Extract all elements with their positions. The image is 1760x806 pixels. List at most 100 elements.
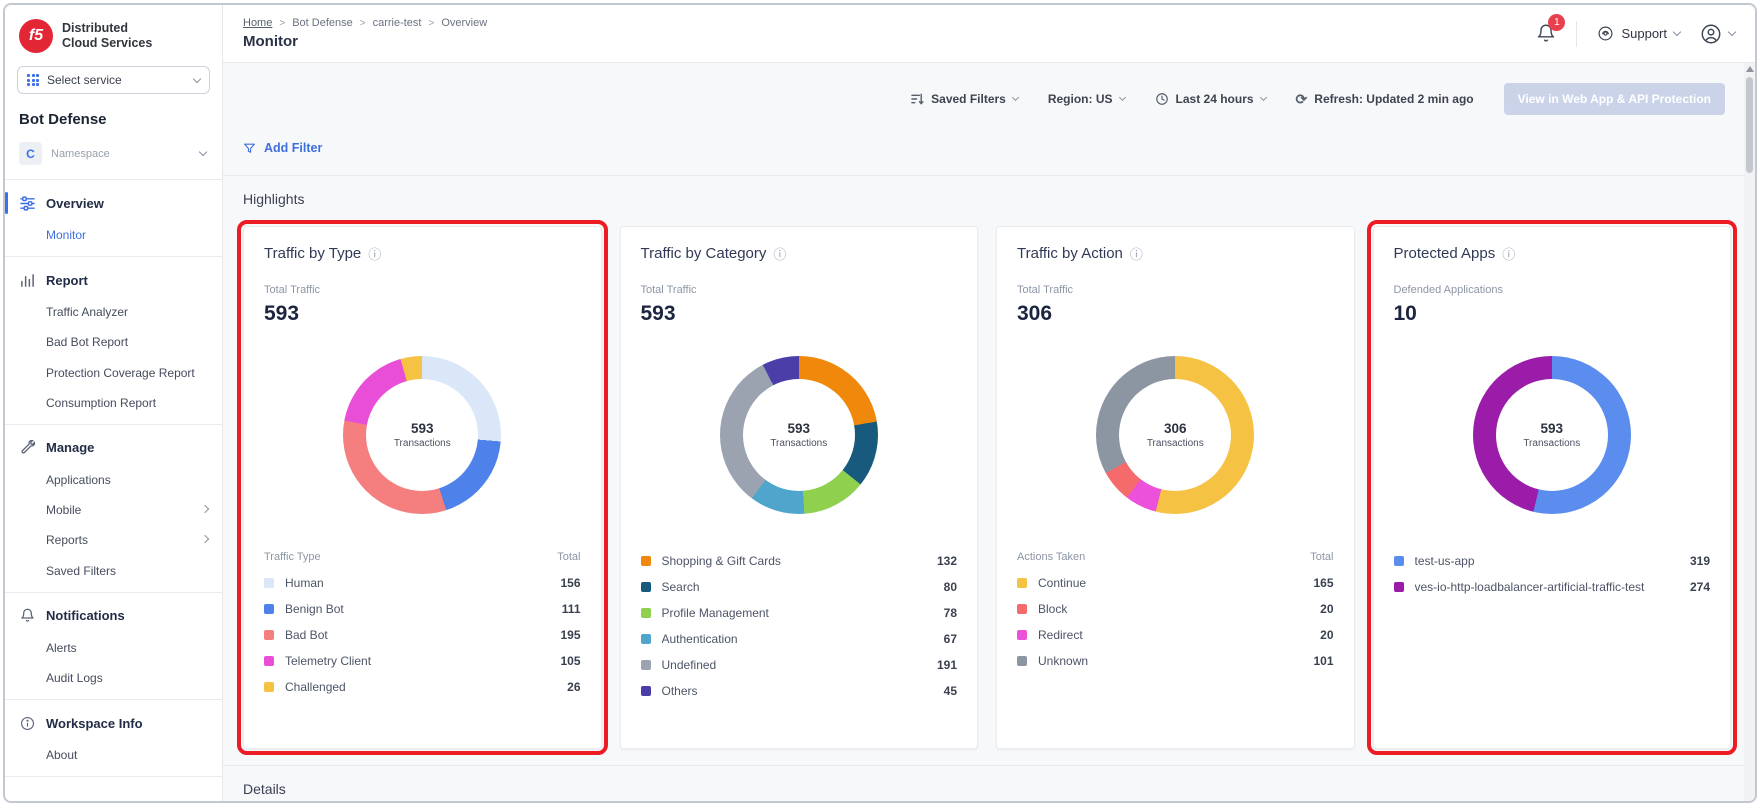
sidebar-section-label: Report: [46, 273, 88, 288]
sidebar-item-report[interactable]: Report: [5, 263, 222, 297]
chevron-down-icon: [1728, 28, 1736, 36]
legend-label: Continue: [1038, 576, 1313, 590]
stat-label: Total Traffic: [641, 284, 958, 296]
user-avatar-icon: [1700, 23, 1722, 45]
legend-row: test-us-app319: [1394, 548, 1711, 574]
legend-color-chip: [641, 556, 651, 566]
legend-row: Authentication67: [641, 626, 958, 652]
sidebar-item-protection-coverage-report[interactable]: Protection Coverage Report: [5, 358, 222, 388]
sidebar-item-about[interactable]: About: [5, 740, 222, 770]
refresh-button[interactable]: ⟳ Refresh: Updated 2 min ago: [1296, 91, 1474, 108]
sidebar-item-mobile[interactable]: Mobile: [5, 495, 222, 525]
select-service-dropdown[interactable]: Select service: [17, 66, 210, 94]
namespace-label: Namespace: [51, 148, 110, 160]
sidebar-item-label: Bad Bot Report: [46, 334, 208, 350]
sidebar-item-workspace-info[interactable]: Workspace Info: [5, 706, 222, 740]
legend-label: Search: [662, 580, 944, 594]
legend-color-chip: [1017, 578, 1027, 588]
sidebar-item-bad-bot-report[interactable]: Bad Bot Report: [5, 327, 222, 357]
notifications-bell-button[interactable]: 1: [1536, 23, 1556, 44]
sidebar-item-label: Consumption Report: [46, 395, 208, 411]
donut-chart-area: 593Transactions: [1394, 326, 1711, 544]
sidebar-item-label: About: [46, 747, 208, 763]
legend-header-total: Total: [1310, 551, 1333, 563]
sidebar-item-manage[interactable]: Manage: [5, 431, 222, 465]
main-area: Home>Bot Defense>carrie-test>Overview Mo…: [223, 5, 1755, 801]
scrollbar[interactable]: [1744, 63, 1755, 801]
sidebar-item-traffic-analyzer[interactable]: Traffic Analyzer: [5, 297, 222, 327]
chevron-right-icon: [201, 504, 209, 512]
info-icon[interactable]: ⓘ: [1502, 244, 1515, 263]
breadcrumb-separator: >: [279, 18, 285, 29]
sidebar-item-reports[interactable]: Reports: [5, 525, 222, 555]
legend-label: Others: [662, 684, 944, 698]
donut-center-value: 593: [1540, 421, 1563, 436]
legend-color-chip: [264, 656, 274, 666]
card-title: Traffic by Category: [641, 245, 767, 262]
sidebar-item-label: Audit Logs: [46, 670, 208, 686]
sidebar-item-audit-logs[interactable]: Audit Logs: [5, 663, 222, 693]
highlights-cards: Traffic by TypeⓘTotal Traffic593593Trans…: [223, 220, 1755, 750]
support-menu[interactable]: Support: [1597, 25, 1680, 42]
namespace-selector[interactable]: C Namespace: [19, 142, 208, 165]
chevron-down-icon: [1260, 94, 1267, 101]
breadcrumb-item[interactable]: Overview: [441, 17, 487, 29]
grid-icon: [27, 74, 39, 86]
refresh-icon: ⟳: [1296, 91, 1308, 108]
legend-color-chip: [641, 634, 651, 644]
legend-row: Benign Bot111: [264, 596, 581, 622]
legend-header-total: Total: [557, 551, 580, 563]
stat-label: Total Traffic: [264, 284, 581, 296]
stat-label: Total Traffic: [1017, 284, 1334, 296]
brand-text: Distributed Cloud Services: [62, 21, 152, 51]
scroll-up-arrow-icon[interactable]: [1746, 66, 1754, 72]
legend-color-chip: [264, 604, 274, 614]
sidebar-item-overview[interactable]: Overview: [5, 186, 222, 220]
sidebar-item-applications[interactable]: Applications: [5, 465, 222, 495]
breadcrumb-item[interactable]: carrie-test: [373, 17, 422, 29]
legend-color-chip: [264, 682, 274, 692]
donut-center-label: 593Transactions: [343, 356, 501, 514]
legend-row: Block20: [1017, 596, 1334, 622]
scrollbar-thumb[interactable]: [1746, 77, 1753, 173]
sidebar-item-monitor[interactable]: Monitor: [5, 220, 222, 250]
chevron-down-icon: [1012, 94, 1019, 101]
info-icon[interactable]: ⓘ: [773, 244, 786, 263]
legend-label: Bad Bot: [285, 628, 560, 642]
add-filter-button[interactable]: Add Filter: [243, 141, 322, 155]
sidebar-item-consumption-report[interactable]: Consumption Report: [5, 388, 222, 418]
breadcrumb-item[interactable]: Bot Defense: [292, 17, 353, 29]
sidebar-item-notifications[interactable]: Notifications: [5, 599, 222, 633]
legend-row: Shopping & Gift Cards132: [641, 548, 958, 574]
info-icon[interactable]: ⓘ: [368, 244, 381, 263]
breadcrumb: Home>Bot Defense>carrie-test>Overview: [243, 17, 1536, 29]
legend-value: 156: [560, 576, 580, 590]
legend-label: ves-io-http-loadbalancer-artificial-traf…: [1415, 580, 1690, 594]
legend-label: Profile Management: [662, 606, 944, 620]
donut-center-caption: Transactions: [1147, 438, 1204, 449]
legend-color-chip: [641, 660, 651, 670]
sidebar-item-label: Alerts: [46, 640, 208, 656]
breadcrumb-item[interactable]: Home: [243, 17, 272, 29]
view-in-waap-button[interactable]: View in Web App & API Protection: [1504, 83, 1725, 115]
legend-color-chip: [641, 686, 651, 696]
donut-chart-area: 593Transactions: [641, 326, 958, 544]
stat-value: 10: [1394, 302, 1711, 326]
legend-header-label: Actions Taken: [1017, 551, 1085, 563]
info-icon[interactable]: ⓘ: [1130, 244, 1143, 263]
report-icon: [19, 272, 35, 288]
user-menu[interactable]: [1700, 23, 1735, 45]
legend: Actions TakenTotalContinue165Block20Redi…: [1017, 548, 1334, 674]
sidebar-item-label: Saved Filters: [46, 563, 208, 579]
region-dropdown[interactable]: Region: US: [1048, 92, 1125, 106]
legend-color-chip: [264, 578, 274, 588]
legend-color-chip: [1394, 582, 1404, 592]
sidebar-item-alerts[interactable]: Alerts: [5, 633, 222, 663]
time-range-label: Last 24 hours: [1176, 92, 1254, 106]
legend-label: Redirect: [1038, 628, 1320, 642]
sidebar-item-saved-filters[interactable]: Saved Filters: [5, 556, 222, 586]
legend-row: Redirect20: [1017, 622, 1334, 648]
time-range-dropdown[interactable]: Last 24 hours: [1155, 92, 1266, 106]
legend-label: Undefined: [662, 658, 937, 672]
saved-filters-dropdown[interactable]: Saved Filters: [911, 92, 1018, 106]
